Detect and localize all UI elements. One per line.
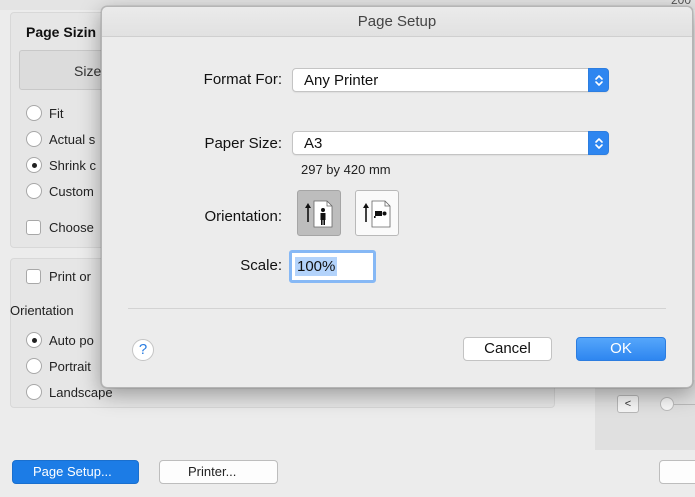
scale-option-actual-size[interactable]: Actual s [26,129,95,149]
cancel-button[interactable]: Cancel [463,337,552,361]
up-down-chevrons-icon [588,131,609,155]
orientation-option-landscape[interactable]: Landscape [26,382,113,402]
scale-option-fit[interactable]: Fit [26,103,63,123]
dialog-title: Page Setup [102,7,692,37]
scale-value: 100% [295,257,338,276]
scale-option-custom[interactable]: Custom [26,181,94,201]
paper-dimensions: 297 by 420 mm [301,162,391,177]
separator [128,308,666,309]
scale-option-shrink[interactable]: Shrink c [26,155,96,175]
radio-label: Portrait [49,358,91,374]
zoom-slider-knob[interactable] [660,397,674,411]
radio-label: Fit [49,105,64,121]
printer-button[interactable]: Printer... [159,460,278,484]
checkbox[interactable] [26,219,41,235]
radio-button-selected[interactable] [26,157,42,173]
checkbox[interactable] [26,268,41,284]
page-sizing-heading: Page Sizin [26,24,97,40]
radio-button[interactable] [26,183,42,199]
portrait-orientation-button[interactable] [297,190,341,236]
format-for-label: Format For: [203,71,282,88]
format-for-value: Any Printer [304,72,379,89]
landscape-person-icon [363,200,391,228]
paper-size-label: Paper Size: [204,135,282,152]
print-checkbox-row[interactable]: Print or [26,266,91,286]
help-button[interactable]: ? [132,339,154,361]
paper-size-popup[interactable]: A3 [292,131,609,155]
paper-size-value: A3 [304,135,323,152]
up-down-chevrons-icon [588,68,609,92]
radio-label: Shrink c [49,157,96,173]
orientation-label: Orientation: [204,208,282,225]
scale-label: Scale: [240,257,282,274]
radio-button[interactable] [26,384,42,400]
orientation-option-auto[interactable]: Auto po [26,330,94,350]
choose-checkbox-row[interactable]: Choose [26,217,94,237]
page-setup-dialog: Page Setup Format For: Any Printer Paper… [101,6,693,388]
radio-button[interactable] [26,131,42,147]
radio-label: Custom [49,183,94,199]
radio-label: Actual s [49,131,96,147]
portrait-person-icon [305,200,333,228]
checkbox-label: Choose [49,219,94,235]
previous-page-button[interactable]: < [617,395,639,413]
radio-button-selected[interactable] [26,332,42,348]
page-setup-button[interactable]: Page Setup... [12,460,139,484]
radio-button[interactable] [26,358,42,374]
radio-button[interactable] [26,105,42,121]
format-for-popup[interactable]: Any Printer [292,68,609,92]
ok-button[interactable]: OK [576,337,666,361]
orientation-heading: Orientation [10,303,74,318]
preview-panel [595,380,695,450]
orientation-option-portrait[interactable]: Portrait [26,356,91,376]
edge-button[interactable] [659,460,695,484]
landscape-orientation-button[interactable] [355,190,399,236]
checkbox-label: Print or [49,268,91,284]
radio-label: Auto po [49,332,94,348]
